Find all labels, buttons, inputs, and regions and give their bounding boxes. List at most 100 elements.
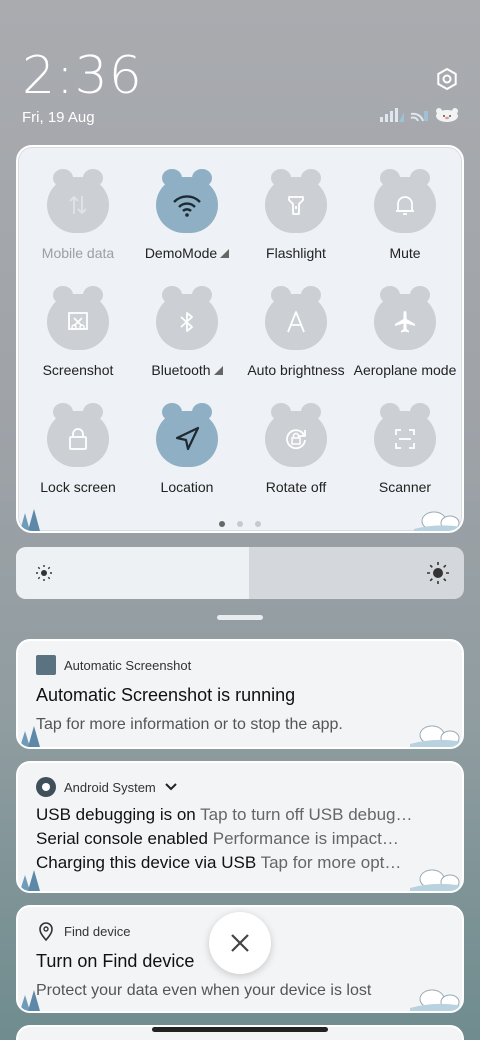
tile-mobile-data[interactable]: Mobile data [23, 169, 133, 261]
tile-button[interactable] [265, 286, 327, 350]
notification-line: USB debugging is on Tap to turn off USB … [18, 797, 462, 825]
tree-decoration-icon [20, 726, 40, 747]
gear-icon [437, 67, 457, 91]
date[interactable]: Fri, 19 Aug [22, 109, 95, 126]
bell-icon [396, 196, 414, 215]
tile-lock-screen[interactable]: Lock screen [23, 403, 133, 495]
tile-flashlight[interactable]: Flashlight [241, 169, 351, 261]
tile-button[interactable] [47, 286, 109, 350]
page-dot [237, 521, 243, 527]
page-dot [255, 521, 261, 527]
tile-button[interactable] [265, 403, 327, 467]
tile-button[interactable] [47, 403, 109, 467]
tile-button[interactable] [156, 403, 218, 467]
status-icons [380, 108, 462, 122]
clock[interactable]: 2:36 [22, 46, 143, 106]
page-dot-active [219, 521, 225, 527]
brightness-low-icon [36, 565, 52, 581]
quick-settings-panel: Mobile data DemoMode Flashlight Mute Scr… [16, 145, 464, 533]
brightness-high-icon [427, 562, 449, 584]
lock-icon [69, 428, 87, 450]
signal-icon [380, 108, 404, 122]
tree-decoration-icon [20, 870, 40, 891]
notification-body: Protect your data even when your device … [36, 982, 372, 999]
clear-all-button[interactable] [209, 912, 271, 974]
mobile-data-icon [69, 195, 87, 215]
screenshot-icon [68, 312, 88, 330]
location-pin-icon [39, 922, 53, 941]
notification-android-system[interactable]: Android System USB debugging is on Tap t… [16, 761, 464, 893]
expand-triangle-icon[interactable] [213, 366, 223, 375]
tile-label: Aeroplane mode [353, 362, 457, 378]
location-icon [175, 426, 200, 451]
line-title: Charging this device via USB [36, 853, 257, 872]
tile-button[interactable] [265, 169, 327, 233]
android-system-icon [36, 777, 56, 797]
tile-mute[interactable]: Mute [350, 169, 460, 261]
drag-handle[interactable] [217, 615, 263, 620]
gesture-navigation-bar[interactable] [152, 1027, 328, 1032]
notification-title: Automatic Screenshot is running [36, 685, 296, 705]
tile-button[interactable] [156, 169, 218, 233]
cat-decoration-icon [410, 869, 462, 891]
tile-label-text: Bluetooth [151, 362, 211, 378]
tile-auto-brightness[interactable]: Auto brightness [241, 286, 351, 378]
tree-decoration-icon [20, 990, 40, 1011]
tile-label-text: DemoMode [144, 245, 218, 261]
cat-decoration-icon [410, 725, 462, 747]
tile-label: Bluetooth [132, 362, 242, 378]
tile-rotate-off[interactable]: Rotate off [241, 403, 351, 495]
cat-decoration-icon [410, 989, 462, 1011]
settings-button[interactable] [432, 64, 462, 94]
app-name: Find device [64, 923, 131, 939]
tile-label: Mobile data [41, 245, 115, 261]
expand-triangle-icon[interactable] [220, 249, 230, 258]
tile-bluetooth[interactable]: Bluetooth [132, 286, 242, 378]
tile-button[interactable] [374, 403, 436, 467]
tile-demomode[interactable]: DemoMode [132, 169, 242, 261]
tile-button[interactable] [156, 286, 218, 350]
app-name: Android System [64, 779, 156, 795]
line-text: Tap for more opt… [260, 853, 402, 872]
line-title: Serial console enabled [36, 829, 209, 848]
line-text: Performance is impact… [212, 829, 399, 848]
chevron-down-icon[interactable] [164, 782, 178, 792]
notification-line: Charging this device via USB Tap for mor… [18, 849, 462, 873]
tile-button[interactable] [374, 286, 436, 350]
tile-screenshot[interactable]: Screenshot [23, 286, 133, 378]
tile-button[interactable] [47, 169, 109, 233]
brightness-slider[interactable] [16, 547, 464, 599]
tile-button[interactable] [374, 169, 436, 233]
tile-aeroplane-mode[interactable]: Aeroplane mode [350, 286, 460, 378]
bluetooth-icon [180, 312, 193, 332]
line-text: Tap to turn off USB debug… [200, 805, 413, 824]
tile-label: Lock screen [40, 479, 116, 495]
tile-label: Location [160, 479, 214, 495]
app-icon [36, 655, 56, 675]
notification-header: Automatic Screenshot [18, 641, 462, 675]
notification-body: Tap for more information or to stop the … [36, 716, 343, 733]
tile-label: Screenshot [42, 362, 114, 378]
wifi-icon [173, 195, 201, 217]
flashlight-icon [288, 196, 304, 215]
tile-label: DemoMode [132, 245, 242, 261]
app-name: Automatic Screenshot [64, 657, 192, 673]
tile-label: Rotate off [265, 479, 327, 495]
notification-header: Android System [18, 763, 462, 797]
line-title: USB debugging is on [36, 805, 196, 824]
wifi-status-icon [410, 111, 428, 122]
scanner-icon [395, 429, 415, 449]
cat-decoration-icon [414, 511, 462, 531]
tile-label: Auto brightness [247, 362, 345, 378]
airplane-icon [395, 311, 415, 333]
auto-brightness-icon [287, 311, 305, 333]
tile-location[interactable]: Location [132, 403, 242, 495]
tile-label: Scanner [378, 479, 432, 495]
page-indicator [18, 521, 462, 527]
notification-automatic-screenshot[interactable]: Automatic Screenshot Automatic Screensho… [16, 639, 464, 749]
battery-icon [436, 108, 458, 122]
close-icon [231, 934, 249, 952]
tile-label: Flashlight [266, 245, 326, 261]
tile-scanner[interactable]: Scanner [350, 403, 460, 495]
tree-decoration-icon [20, 509, 40, 531]
